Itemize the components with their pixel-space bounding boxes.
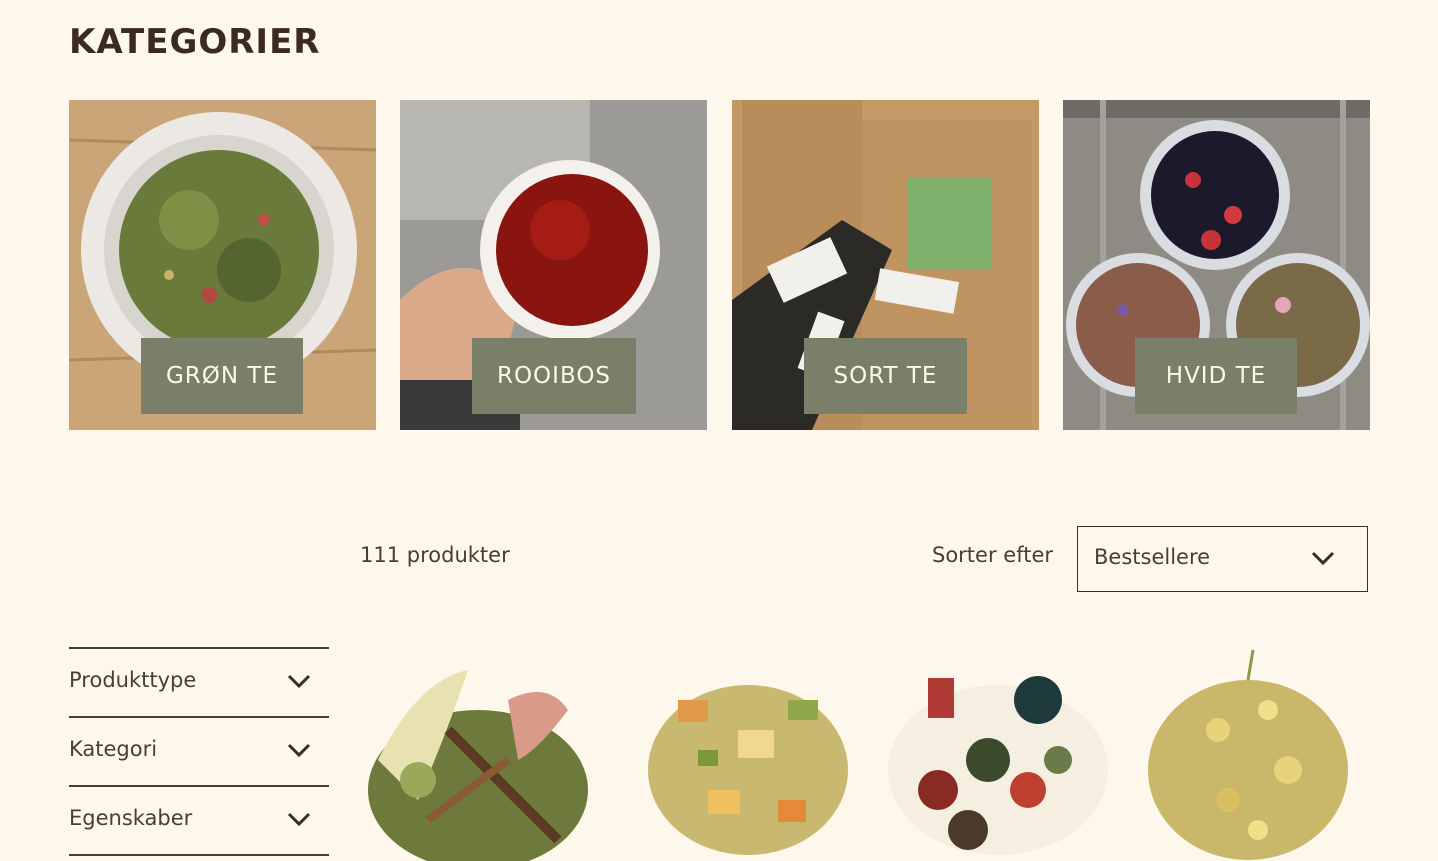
product-image[interactable]: [638, 640, 888, 861]
filter-label: Kategori: [69, 737, 158, 761]
category-card-black-tea[interactable]: SORT TE: [732, 100, 1039, 430]
product-image[interactable]: [358, 640, 608, 861]
category-button-white-tea[interactable]: HVID TE: [1135, 338, 1297, 414]
filter-product-type[interactable]: Produkttype: [69, 647, 329, 716]
category-card-rooibos[interactable]: ROOIBOS: [400, 100, 707, 430]
sort-select[interactable]: Bestsellere: [1077, 526, 1368, 592]
product-image[interactable]: [878, 640, 1128, 861]
page-title: KATEGORIER: [69, 22, 321, 62]
sort-select-value: Bestsellere: [1094, 545, 1211, 569]
sort-label: Sorter efter: [932, 543, 1054, 567]
category-button-rooibos[interactable]: ROOIBOS: [472, 338, 636, 414]
category-card-green-tea[interactable]: GRØN TE: [69, 100, 376, 430]
filter-sidebar: Produkttype Kategori Egenskaber: [69, 647, 329, 856]
filter-category[interactable]: Kategori: [69, 716, 329, 785]
product-count: 111 produkter: [360, 543, 510, 567]
filter-label: Produkttype: [69, 668, 197, 692]
chevron-down-icon: [287, 812, 311, 827]
chevron-down-icon: [287, 674, 311, 689]
chevron-down-icon: [287, 743, 311, 758]
chevron-down-icon: [1311, 551, 1335, 566]
category-card-white-tea[interactable]: HVID TE: [1063, 100, 1370, 430]
product-image[interactable]: [1138, 640, 1388, 861]
filter-properties[interactable]: Egenskaber: [69, 785, 329, 856]
category-button-black-tea[interactable]: SORT TE: [804, 338, 967, 414]
filter-label: Egenskaber: [69, 806, 193, 830]
category-button-green-tea[interactable]: GRØN TE: [141, 338, 303, 414]
